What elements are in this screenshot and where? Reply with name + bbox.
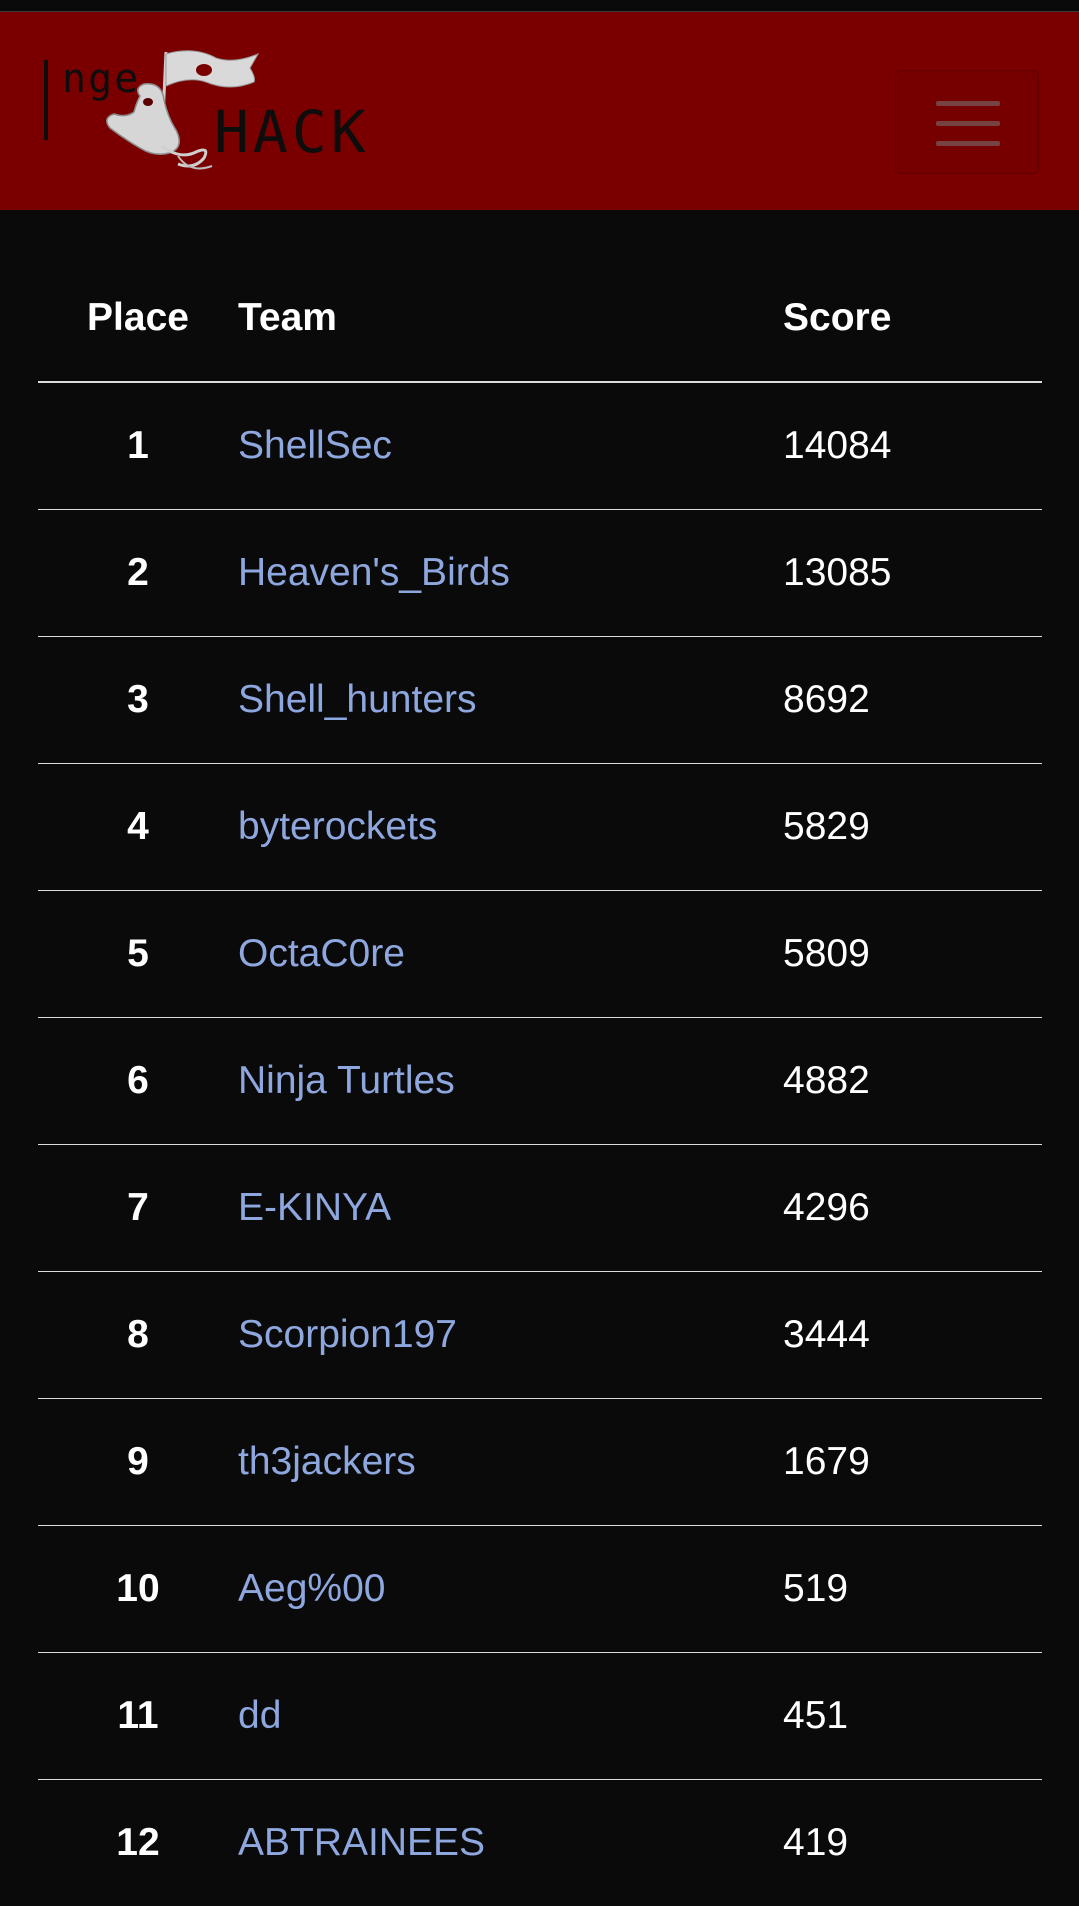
team-link[interactable]: OctaC0re <box>238 932 405 975</box>
team-link[interactable]: Ninja Turtles <box>238 1059 455 1102</box>
score-cell: 5809 <box>783 890 1042 1018</box>
team-link[interactable]: Shell_hunters <box>238 678 477 721</box>
table-row: 3 Shell_hunters 8692 <box>38 636 1042 764</box>
place-cell: 4 <box>38 763 238 891</box>
team-cell: Aeg%00 <box>238 1525 783 1653</box>
team-cell: byterockets <box>238 763 783 891</box>
score-cell: 3444 <box>783 1271 1042 1399</box>
header-team: Team <box>238 258 783 383</box>
header-place: Place <box>38 258 238 383</box>
team-link[interactable]: byterockets <box>238 805 437 848</box>
table-row: 2 Heaven's_Birds 13085 <box>38 509 1042 637</box>
team-cell: dd <box>238 1652 783 1780</box>
place-cell: 6 <box>38 1017 238 1145</box>
score-cell: 8692 <box>783 636 1042 764</box>
table-row: 6 Ninja Turtles 4882 <box>38 1017 1042 1145</box>
table-row: 9 th3jackers 1679 <box>38 1398 1042 1526</box>
team-cell: OctaC0re <box>238 890 783 1018</box>
score-cell: 1679 <box>783 1398 1042 1526</box>
table-row: 1 ShellSec 14084 <box>38 382 1042 510</box>
table-row: 12 ABTRAINEES 419 <box>38 1779 1042 1906</box>
table-row: 7 E-KINYA 4296 <box>38 1144 1042 1272</box>
menu-toggle-button[interactable] <box>895 70 1039 174</box>
status-strip <box>0 0 1079 12</box>
team-cell: Ninja Turtles <box>238 1017 783 1145</box>
place-cell: 1 <box>38 382 238 510</box>
table-header-row: Place Team Score <box>38 258 1042 383</box>
hamburger-icon <box>936 101 1000 106</box>
team-link[interactable]: Aeg%00 <box>238 1567 385 1610</box>
team-link[interactable]: Scorpion197 <box>238 1313 457 1356</box>
team-cell: E-KINYA <box>238 1144 783 1272</box>
navbar: nge HACK <box>0 12 1079 210</box>
place-cell: 11 <box>38 1652 238 1780</box>
logo-big-text: HACK <box>214 98 370 166</box>
score-cell: 451 <box>783 1652 1042 1780</box>
place-cell: 2 <box>38 509 238 637</box>
place-cell: 3 <box>38 636 238 764</box>
team-cell: ABTRAINEES <box>238 1779 783 1906</box>
scoreboard-table: Place Team Score 1 ShellSec 14084 2 Heaven's… <box>38 258 1042 1906</box>
place-cell: 12 <box>116 1820 160 1864</box>
score-cell: 14084 <box>783 382 1042 510</box>
table-row: 10 Aeg%00 519 <box>38 1525 1042 1653</box>
team-link[interactable]: ABTRAINEES <box>238 1821 485 1864</box>
score-cell: 13085 <box>783 509 1042 637</box>
table-row: 5 OctaC0re 5809 <box>38 890 1042 1018</box>
place-cell: 10 <box>38 1525 238 1653</box>
logo-small-text: nge <box>62 56 141 102</box>
team-cell: ShellSec <box>238 382 783 510</box>
header-score: Score <box>783 258 1042 383</box>
scoreboard: Place Team Score 1 ShellSec 14084 2 Heaven's… <box>38 258 1042 1906</box>
place-cell: 9 <box>38 1398 238 1526</box>
table-row: 4 byterockets 5829 <box>38 763 1042 891</box>
hamburger-icon-bar <box>936 121 1000 126</box>
table-row: 11 dd 451 <box>38 1652 1042 1780</box>
team-cell: Shell_hunters <box>238 636 783 764</box>
place-cell: 8 <box>38 1271 238 1399</box>
score-cell: 419 <box>783 1820 849 1864</box>
score-cell: 5829 <box>783 763 1042 891</box>
score-cell: 4296 <box>783 1144 1042 1272</box>
team-link[interactable]: th3jackers <box>238 1440 416 1483</box>
team-link[interactable]: ShellSec <box>238 424 392 467</box>
score-cell: 519 <box>783 1525 1042 1653</box>
place-cell: 5 <box>38 890 238 1018</box>
team-link[interactable]: E-KINYA <box>238 1186 391 1229</box>
hamburger-icon-bar <box>936 141 1000 146</box>
brand-logo[interactable]: nge HACK <box>44 48 384 188</box>
place-cell: 7 <box>38 1144 238 1272</box>
table-row: 8 Scorpion197 3444 <box>38 1271 1042 1399</box>
team-link[interactable]: Heaven's_Birds <box>238 551 510 594</box>
team-cell: Heaven's_Birds <box>238 509 783 637</box>
score-cell: 4882 <box>783 1017 1042 1145</box>
team-link[interactable]: dd <box>238 1694 281 1737</box>
team-cell: Scorpion197 <box>238 1271 783 1399</box>
team-cell: th3jackers <box>238 1398 783 1526</box>
